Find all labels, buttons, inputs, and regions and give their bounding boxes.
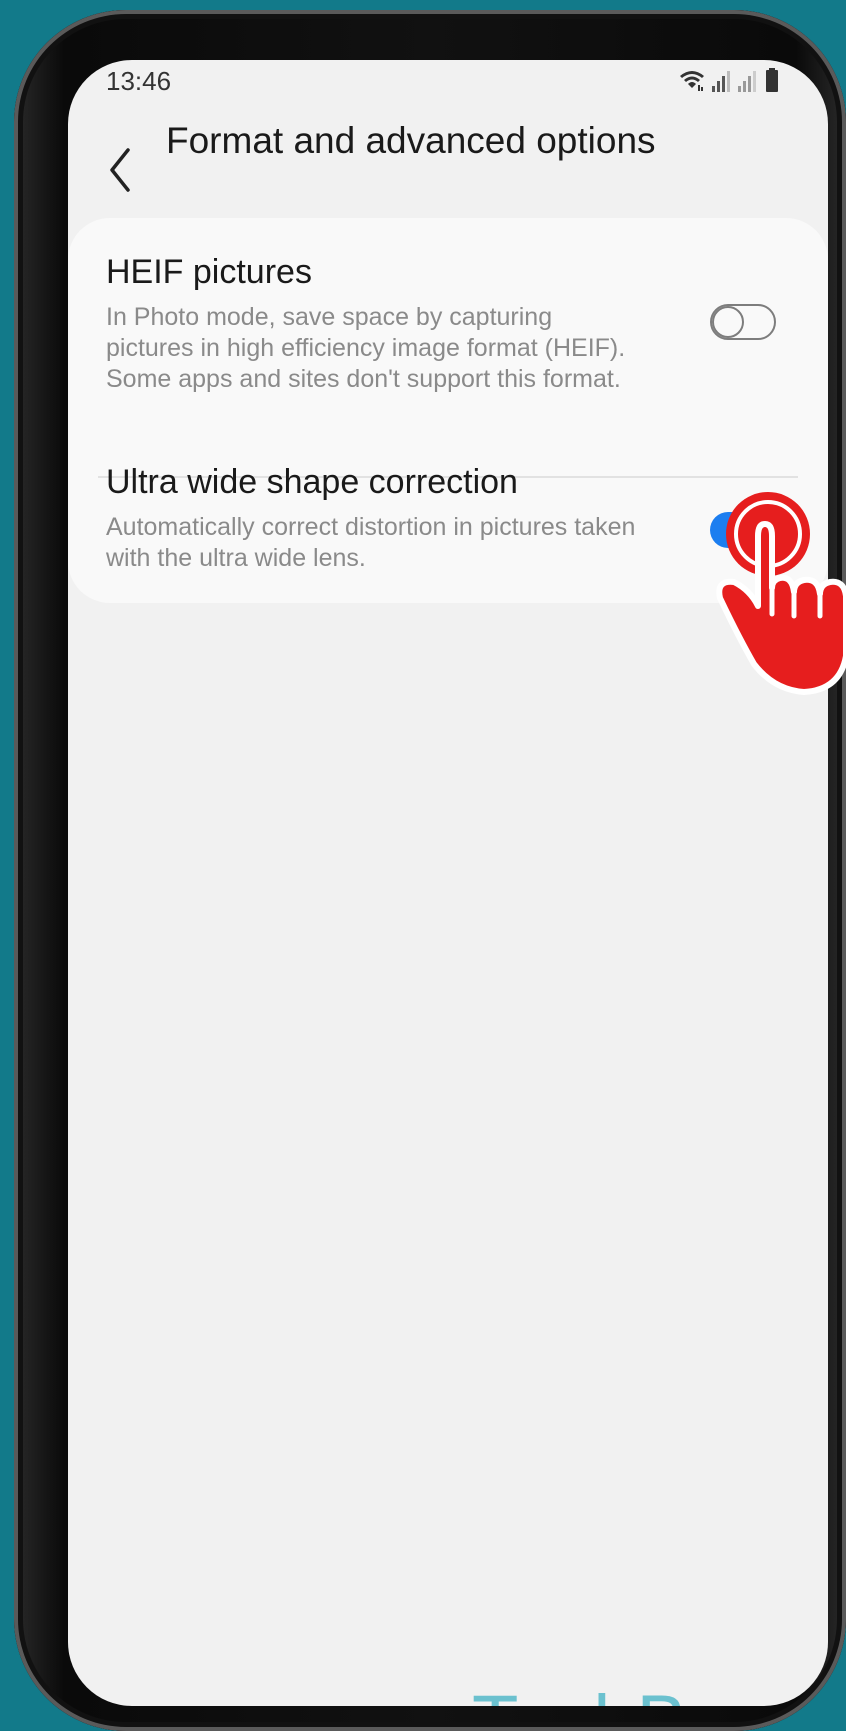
wifi-icon	[680, 71, 704, 91]
back-button[interactable]	[98, 140, 148, 200]
setting-title: HEIF pictures	[106, 253, 312, 291]
phone-frame: 13:46 Format and advanced options HEIF p…	[14, 10, 846, 1731]
page-title: Format and advanced options	[166, 120, 656, 161]
setting-description: Automatically correct distortion in pict…	[106, 513, 636, 572]
signal-icon	[738, 71, 756, 92]
phone-screen: 13:46 Format and advanced options HEIF p…	[68, 60, 828, 1706]
tap-hand-icon	[716, 492, 846, 695]
heif-toggle[interactable]	[710, 304, 776, 340]
setting-title: Ultra wide shape correction	[106, 463, 518, 501]
status-time: 13:46	[106, 66, 172, 96]
toggle-knob	[712, 306, 744, 338]
setting-heif-pictures[interactable]: HEIF pictures In Photo mode, save space …	[68, 218, 828, 432]
battery-icon	[766, 68, 778, 92]
chevron-left-icon	[110, 148, 130, 192]
status-icons	[678, 66, 788, 94]
signal-icon	[712, 71, 730, 92]
setting-description: In Photo mode, save space by capturing p…	[106, 303, 626, 393]
status-bar: 13:46	[68, 60, 828, 100]
techbone-watermark: TechBone	[472, 1678, 818, 1706]
